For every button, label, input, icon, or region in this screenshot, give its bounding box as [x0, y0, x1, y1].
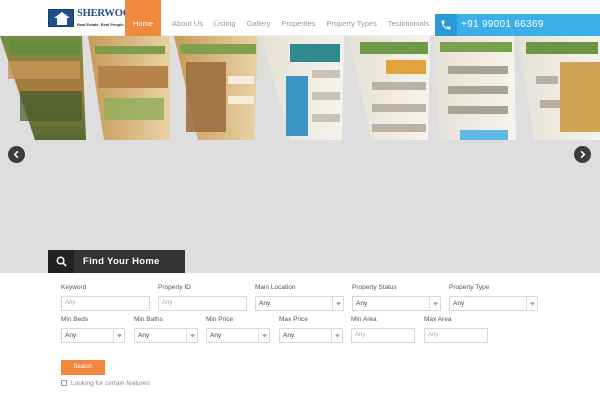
property-type-select[interactable]: Any [449, 296, 538, 311]
house-logo-icon [48, 9, 74, 27]
site-logo[interactable]: SHERWOOD® Real Estate. Real People. [48, 7, 142, 31]
property-search-form: Keyword Property ID Main Location Proper… [0, 273, 600, 400]
chevron-right-icon [580, 150, 586, 159]
nav-item-properties[interactable]: Properties [281, 0, 315, 36]
property-status-select[interactable]: Any [352, 296, 441, 311]
phone-number: +91 99001 66369 [461, 19, 544, 30]
chevron-down-icon [336, 302, 341, 306]
property-id-input[interactable]: Any [158, 296, 247, 311]
nav-item-about-us[interactable]: About Us [172, 0, 203, 36]
find-your-home-title: Find Your Home [83, 256, 160, 267]
max-area-label: Max Area [424, 316, 452, 323]
chevron-down-icon [190, 334, 195, 338]
chevron-down-icon [530, 302, 535, 306]
min-area-input[interactable]: Any [351, 328, 415, 343]
keyword-label: Keyword [61, 284, 87, 291]
chevron-down-icon [433, 302, 438, 306]
slider-prev-button[interactable] [8, 146, 25, 163]
chevron-left-icon [13, 150, 19, 159]
property-id-label: Property ID [158, 284, 191, 291]
hero-slider [0, 36, 600, 273]
min-area-label: Min Area [351, 316, 377, 323]
nav-item-listing[interactable]: Listing [214, 0, 236, 36]
min-baths-label: Min Baths [134, 316, 163, 323]
slider-next-button[interactable] [574, 146, 591, 163]
min-beds-select[interactable]: Any [61, 328, 125, 343]
features-label: Looking for certain features [71, 380, 150, 387]
min-beds-label: Min Beds [61, 316, 89, 323]
plus-square-icon [61, 380, 67, 386]
property-status-label: Property Status [352, 284, 397, 291]
chevron-down-icon [335, 334, 340, 338]
keyword-input[interactable]: Any [61, 296, 150, 311]
nav-item-property-types[interactable]: Property Types [327, 0, 377, 36]
chevron-down-icon [117, 334, 122, 338]
phone-contact[interactable]: +91 99001 66369 [435, 14, 600, 36]
chevron-down-icon [262, 334, 267, 338]
logo-tagline: Real Estate. Real People. [77, 22, 125, 27]
min-price-select[interactable]: Any [206, 328, 270, 343]
main-nav: Home About Us Listing Gallery Properties… [125, 0, 429, 36]
min-baths-select[interactable]: Any [134, 328, 198, 343]
phone-icon [435, 14, 457, 36]
max-price-label: Max Price [279, 316, 308, 323]
search-icon [48, 250, 74, 273]
min-price-label: Min Price [206, 316, 234, 323]
nav-item-home[interactable]: Home [125, 0, 162, 36]
property-type-label: Property Type [449, 284, 490, 291]
max-price-select[interactable]: Any [279, 328, 343, 343]
building-slider-image [0, 36, 600, 140]
find-your-home-tab: Find Your Home [48, 250, 185, 273]
main-location-label: Main Location [255, 284, 296, 291]
search-button[interactable]: Search [61, 360, 105, 375]
max-area-input[interactable]: Any [424, 328, 488, 343]
features-toggle[interactable]: Looking for certain features [61, 379, 150, 387]
site-header: SHERWOOD® Real Estate. Real People. Home… [0, 0, 600, 36]
nav-item-gallery[interactable]: Gallery [247, 0, 271, 36]
main-location-select[interactable]: Any [255, 296, 344, 311]
nav-item-testimonials[interactable]: Testimonials [388, 0, 429, 36]
